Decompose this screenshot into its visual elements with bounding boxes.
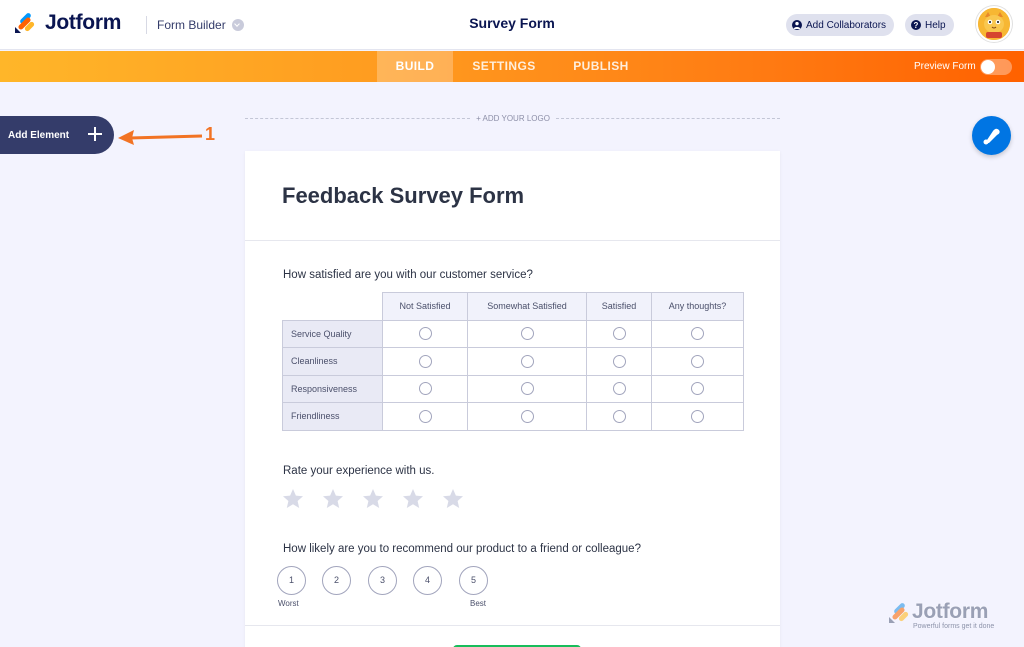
help-label: Help: [925, 19, 946, 31]
footer-divider: [245, 625, 780, 626]
satisfaction-matrix: Not Satisfied Somewhat Satisfied Satisfi…: [282, 292, 744, 431]
matrix-col-header: Any thoughts?: [651, 292, 744, 321]
star-icon[interactable]: [401, 487, 425, 511]
watermark-brand: Jotform: [912, 600, 989, 623]
scale-low-label: Worst: [278, 599, 299, 608]
matrix-row: Cleanliness: [282, 347, 744, 376]
heading-divider: [245, 240, 780, 241]
star-icon[interactable]: [281, 487, 305, 511]
radio-button[interactable]: [418, 354, 432, 368]
help-button[interactable]: ? Help: [905, 14, 954, 36]
matrix-row: Friendliness: [282, 402, 744, 431]
star-icon[interactable]: [361, 487, 385, 511]
tab-settings[interactable]: SETTINGS: [464, 51, 544, 82]
scale-option[interactable]: 5: [459, 566, 488, 595]
scale-option[interactable]: 2: [322, 566, 351, 595]
q3-label[interactable]: How likely are you to recommend our prod…: [283, 543, 641, 555]
matrix-row-label: Service Quality: [282, 319, 383, 348]
form-designer-button[interactable]: [972, 116, 1011, 155]
q2-label[interactable]: Rate your experience with us.: [283, 465, 435, 477]
plus-icon: [86, 125, 104, 143]
toggle-knob: [981, 60, 995, 74]
jotform-watermark-icon: [889, 603, 909, 623]
builder-nav: BUILD SETTINGS PUBLISH Preview Form: [0, 51, 1024, 82]
matrix-col-header: Not Satisfied: [382, 292, 468, 321]
top-header: Jotform Form Builder Survey Form Add Col…: [0, 0, 1024, 50]
scale-option[interactable]: 1: [277, 566, 306, 595]
watermark-tagline: Powerful forms get it done: [913, 623, 995, 630]
preview-form-label: Preview Form: [914, 61, 976, 72]
radio-button[interactable]: [612, 409, 626, 423]
user-icon: [792, 20, 802, 30]
scale-high-label: Best: [470, 599, 487, 608]
star-rating: [281, 487, 481, 511]
matrix-row-label: Responsiveness: [282, 374, 383, 403]
tab-build[interactable]: BUILD: [377, 51, 453, 82]
tab-publish[interactable]: PUBLISH: [566, 51, 636, 82]
preview-form-toggle[interactable]: [980, 59, 1012, 75]
radio-button[interactable]: [691, 327, 704, 341]
paint-roller-icon: [983, 128, 1000, 145]
radio-button[interactable]: [691, 354, 704, 368]
matrix-row-label: Cleanliness: [282, 347, 383, 376]
question-icon: ?: [911, 20, 921, 30]
add-element-label: Add Element: [8, 129, 70, 141]
cat-avatar-icon: [978, 8, 1010, 40]
matrix-col-header: Somewhat Satisfied: [467, 292, 587, 321]
radio-button[interactable]: [520, 327, 534, 341]
radio-button[interactable]: [418, 382, 432, 396]
matrix-row: Service Quality: [282, 319, 744, 348]
annotation-arrow-icon: [118, 130, 203, 145]
add-collaborators-button[interactable]: Add Collaborators: [786, 14, 895, 36]
logo-divider-left: [245, 118, 470, 119]
add-logo-button[interactable]: + ADD YOUR LOGO: [470, 114, 556, 123]
radio-button[interactable]: [418, 409, 432, 423]
add-collaborators-label: Add Collaborators: [806, 19, 887, 31]
jotform-watermark: Jotform Powerful forms get it done: [888, 600, 1008, 636]
star-icon[interactable]: [321, 487, 345, 511]
scale-option[interactable]: 3: [368, 566, 397, 595]
radio-button[interactable]: [612, 382, 626, 396]
star-icon[interactable]: [441, 487, 465, 511]
matrix-corner: [282, 292, 383, 321]
q1-label[interactable]: How satisfied are you with our customer …: [283, 269, 533, 281]
radio-button[interactable]: [612, 354, 626, 368]
annotation-number: 1: [205, 124, 216, 144]
radio-button[interactable]: [520, 409, 534, 423]
radio-button[interactable]: [418, 327, 432, 341]
avatar[interactable]: [976, 6, 1012, 42]
matrix-col-header: Satisfied: [586, 292, 652, 321]
radio-button[interactable]: [691, 382, 704, 396]
matrix-row-label: Friendliness: [282, 402, 383, 431]
radio-button[interactable]: [612, 327, 626, 341]
form-heading[interactable]: Feedback Survey Form: [282, 183, 524, 209]
logo-divider-right: [556, 118, 780, 119]
radio-button[interactable]: [691, 409, 704, 423]
radio-button[interactable]: [520, 382, 534, 396]
matrix-row: Responsiveness: [282, 374, 744, 403]
add-element-button[interactable]: Add Element: [0, 116, 114, 154]
form-card: Feedback Survey Form How satisfied are y…: [245, 151, 780, 647]
scale-option[interactable]: 4: [413, 566, 442, 595]
radio-button[interactable]: [520, 354, 534, 368]
